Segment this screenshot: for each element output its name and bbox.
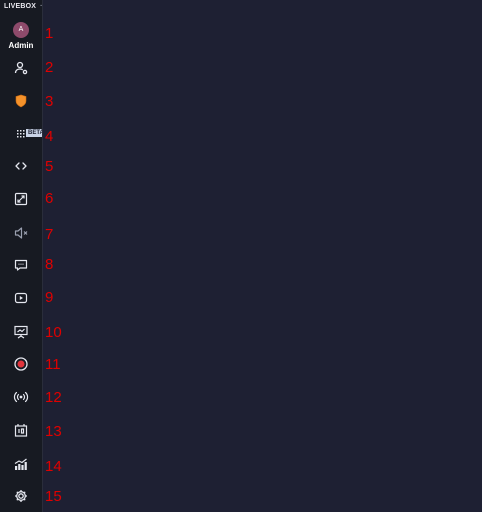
annotation-label: 7 (45, 226, 54, 243)
annotation-label: 6 (45, 190, 54, 207)
speaker-muted-icon[interactable] (13, 225, 29, 241)
beta-badge: BETA (26, 129, 42, 137)
annotation-label: 2 (45, 59, 54, 76)
shield-icon[interactable] (13, 93, 29, 109)
annotation-label: 10 (45, 324, 62, 341)
brand-name: LIVEBOX (4, 3, 37, 10)
avatar[interactable]: A (13, 22, 29, 38)
sidebar: LIVEBOX·· A Admin BETA (0, 0, 45, 512)
apps-grid-icon[interactable] (13, 126, 25, 142)
user-name: Admin (8, 41, 34, 50)
code-icon[interactable] (13, 158, 29, 174)
fullscreen-icon[interactable] (13, 191, 29, 207)
presentation-icon[interactable] (13, 324, 29, 340)
settings-gear-icon[interactable] (13, 488, 29, 504)
annotation-label: 3 (45, 93, 54, 110)
annotation-label: 12 (45, 389, 62, 406)
annotation-label: 4 (45, 128, 54, 145)
annotation-label: 13 (45, 423, 62, 440)
record-icon[interactable] (13, 356, 29, 372)
annotation-label: 1 (45, 25, 54, 42)
youtube-icon[interactable] (13, 290, 29, 306)
broadcast-icon[interactable] (13, 389, 29, 405)
timer-icon[interactable] (13, 422, 29, 438)
analytics-icon[interactable] (13, 456, 29, 472)
annotation-label: 15 (45, 488, 62, 505)
avatar-initial: A (18, 26, 24, 33)
app-logo: LIVEBOX·· (4, 3, 45, 11)
annotation-label: 9 (45, 289, 54, 306)
annotation-label: 11 (45, 356, 61, 373)
chat-icon[interactable] (13, 257, 29, 273)
annotation-label: 14 (45, 458, 62, 475)
annotation-label: 5 (45, 158, 54, 175)
user-settings-icon[interactable] (13, 60, 29, 76)
annotation-label: 8 (45, 256, 54, 273)
main-content-area (43, 0, 482, 512)
